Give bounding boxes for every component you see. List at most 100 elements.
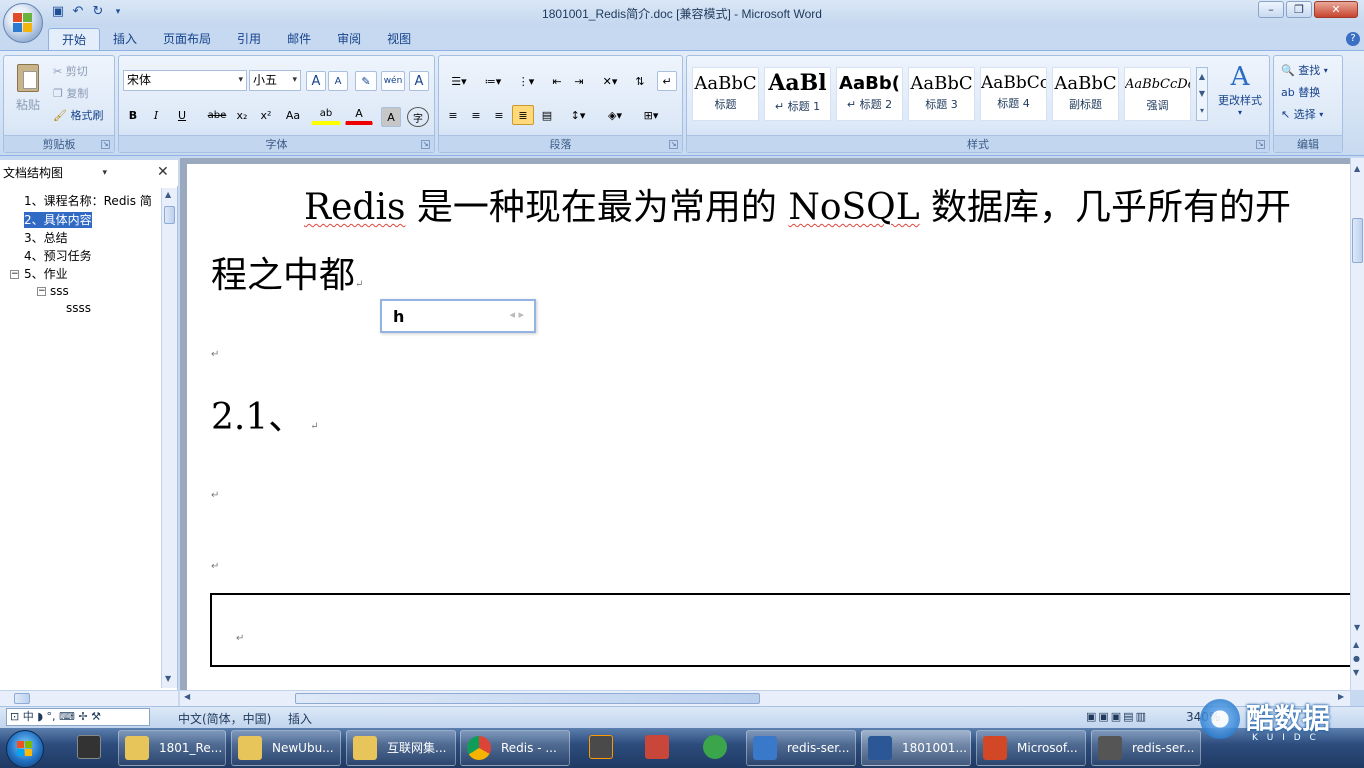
style-subtitle[interactable]: AaBbC 副标题: [1052, 67, 1119, 121]
phonetic-guide-button[interactable]: wén: [381, 71, 405, 91]
align-right-button[interactable]: ≡: [489, 105, 509, 125]
insert-mode-status[interactable]: 插入: [288, 710, 312, 727]
shrink-font-button[interactable]: A: [328, 71, 348, 91]
style-heading-2[interactable]: AaBb(↵ 标题 2: [836, 67, 903, 121]
highlight-button[interactable]: ab: [311, 105, 341, 125]
underline-button[interactable]: U: [169, 105, 195, 125]
paste-button[interactable]: 粘贴: [9, 60, 47, 132]
nav-item-sss[interactable]: sss: [50, 283, 69, 299]
scroll-down-icon[interactable]: ▼: [1354, 623, 1360, 632]
hscroll-thumb[interactable]: [14, 693, 30, 704]
nav-item-ssss[interactable]: ssss: [66, 300, 91, 316]
tab-page-layout[interactable]: 页面布局: [150, 28, 224, 50]
taskbar-item-folder-1[interactable]: 1801_Re...: [118, 730, 226, 766]
style-heading-4[interactable]: AaBbCc 标题 4: [980, 67, 1047, 121]
shading-button[interactable]: ◈▾: [599, 105, 631, 125]
style-heading-1[interactable]: AaBl ↵ 标题 1: [764, 67, 831, 121]
scroll-up-icon[interactable]: ▲: [165, 190, 171, 199]
document-page[interactable]: Redis 是一种现在最为常用的 NoSQL 数据库，几乎所有的开 程之中都↵ …: [187, 164, 1350, 690]
taskbar-item-word[interactable]: 1801001...: [861, 730, 971, 766]
scroll-down-icon[interactable]: ▼: [165, 674, 171, 683]
pinned-app[interactable]: [64, 730, 114, 766]
character-shading-button[interactable]: A: [381, 107, 401, 127]
enclose-characters-button[interactable]: 字: [407, 107, 429, 127]
table-cell[interactable]: ↵: [210, 593, 1350, 667]
strikethrough-button[interactable]: abe: [205, 105, 229, 125]
align-left-button[interactable]: ≡: [443, 105, 463, 125]
numbering-button[interactable]: ≔▾: [477, 71, 509, 91]
scroll-up-icon[interactable]: ▲: [1354, 164, 1360, 173]
document-map-scrollbar[interactable]: ▲ ▼: [161, 188, 177, 688]
nav-item-homework[interactable]: 5、作业: [24, 266, 68, 282]
font-launcher-icon[interactable]: ↘: [421, 140, 430, 149]
tab-home[interactable]: 开始: [48, 28, 101, 50]
vscroll-thumb[interactable]: [1352, 218, 1363, 263]
document-map-view-select[interactable]: 文档结构图: [3, 165, 109, 182]
language-status[interactable]: 中文(简体，中国): [178, 710, 271, 727]
find-button[interactable]: 🔍 查找 ▾: [1280, 60, 1340, 80]
asian-layout-button[interactable]: ✕▾: [595, 71, 625, 91]
taskbar-item-folder-3[interactable]: 互联网集...: [346, 730, 456, 766]
taskbar-item-powerpoint[interactable]: Microsof...: [976, 730, 1086, 766]
start-button[interactable]: [6, 730, 44, 768]
pinned-app-2[interactable]: [632, 730, 682, 766]
close-button[interactable]: ✕: [1314, 1, 1358, 18]
clear-format-button[interactable]: ✎: [355, 71, 377, 91]
paragraph-launcher-icon[interactable]: ↘: [669, 140, 678, 149]
replace-button[interactable]: ab 替换: [1280, 82, 1340, 102]
format-painter-button[interactable]: 🖌 格式刷: [52, 105, 112, 125]
borders-button[interactable]: ⊞▾: [635, 105, 667, 125]
nav-item-content[interactable]: 2、具体内容: [24, 212, 92, 228]
bullets-button[interactable]: ☰▾: [443, 71, 475, 91]
taskbar-item-redis-server-1[interactable]: redis-ser...: [746, 730, 856, 766]
pinned-app-3[interactable]: [690, 730, 740, 766]
ime-page-arrows-icon[interactable]: ◂ ▸: [509, 308, 524, 321]
change-case-button[interactable]: Aa: [279, 105, 307, 125]
distributed-button[interactable]: ▤: [537, 105, 557, 125]
grow-font-button[interactable]: A: [306, 71, 326, 91]
style-emphasis[interactable]: AaBbCcDc 强调: [1124, 67, 1191, 121]
scroll-left-icon[interactable]: ◀: [184, 692, 190, 701]
tab-mailings[interactable]: 邮件: [274, 28, 324, 50]
nav-item-summary[interactable]: 3、总结: [24, 230, 68, 246]
character-border-button[interactable]: A: [409, 71, 429, 91]
sort-button[interactable]: ⇅: [629, 71, 651, 91]
taskbar-item-redis-server-2[interactable]: redis-ser...: [1091, 730, 1201, 766]
subscript-button[interactable]: x₂: [231, 105, 253, 125]
nav-item-course-name[interactable]: 1、课程名称：Redis 简: [24, 193, 161, 209]
taskbar-item-folder-2[interactable]: NewUbu...: [231, 730, 341, 766]
font-color-button[interactable]: A: [345, 105, 373, 125]
tab-insert[interactable]: 插入: [100, 28, 150, 50]
pinned-sublime[interactable]: [576, 730, 626, 766]
superscript-button[interactable]: x²: [255, 105, 277, 125]
collapse-icon[interactable]: −: [10, 270, 19, 279]
select-button[interactable]: ↖ 选择 ▾: [1280, 104, 1340, 124]
view-buttons[interactable]: ▣▣▣▤▥: [1086, 710, 1148, 723]
align-center-button[interactable]: ≡: [466, 105, 486, 125]
document-vscrollbar[interactable]: ▲ ▼ ▲ ● ▼: [1350, 158, 1364, 690]
bold-button[interactable]: B: [123, 105, 143, 125]
minimize-button[interactable]: –: [1258, 1, 1284, 18]
change-styles-button[interactable]: A 更改样式 ▾: [1213, 62, 1267, 128]
italic-button[interactable]: I: [146, 105, 166, 125]
nav-item-preview-task[interactable]: 4、预习任务: [24, 248, 92, 264]
clipboard-launcher-icon[interactable]: ↘: [101, 140, 110, 149]
taskbar-item-chrome[interactable]: Redis - ...: [460, 730, 570, 766]
scrollbar-thumb[interactable]: [164, 206, 175, 224]
help-icon[interactable]: ?: [1346, 32, 1360, 46]
increase-indent-button[interactable]: ⇥: [569, 71, 589, 91]
copy-button[interactable]: ❐ 复制: [52, 83, 110, 103]
multilevel-list-button[interactable]: ⋮▾: [511, 71, 541, 91]
tab-review[interactable]: 审阅: [324, 28, 374, 50]
styles-scroll[interactable]: ▲ ▼ ▾: [1196, 67, 1208, 121]
line-spacing-button[interactable]: ↕▾: [563, 105, 593, 125]
tab-view[interactable]: 视图: [374, 28, 424, 50]
justify-button[interactable]: ≣: [512, 105, 534, 125]
font-size-select[interactable]: 小五: [249, 70, 301, 91]
font-name-select[interactable]: 宋体: [123, 70, 247, 91]
ime-toolbar[interactable]: ⊡ 中 ◗ °, ⌨ ✢ ⚒: [6, 708, 150, 726]
restore-button[interactable]: ❐: [1286, 1, 1312, 18]
show-marks-button[interactable]: ↵: [657, 71, 677, 91]
office-button[interactable]: [3, 3, 43, 43]
document-map-hscrollbar[interactable]: [0, 690, 178, 706]
